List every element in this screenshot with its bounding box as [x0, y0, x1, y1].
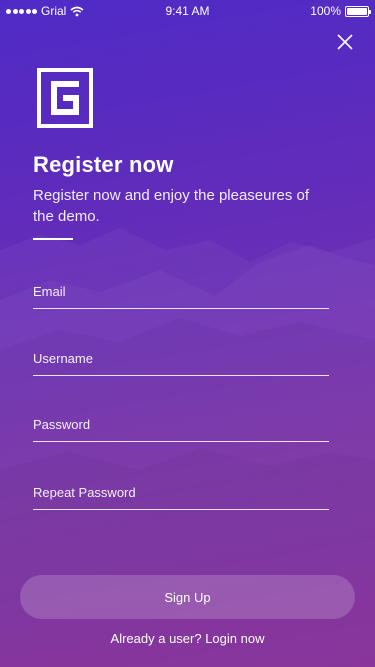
battery-fill: [347, 7, 367, 15]
username-input[interactable]: [33, 342, 329, 375]
battery-percent: 100%: [310, 4, 341, 18]
password-field: [33, 408, 329, 442]
close-icon[interactable]: [335, 32, 355, 52]
status-right: 100%: [310, 4, 371, 18]
repeat-password-input[interactable]: [33, 476, 329, 509]
page-title: Register now: [33, 152, 174, 177]
username-field: [33, 342, 329, 376]
grial-logo-icon: [37, 68, 93, 128]
sign-up-button[interactable]: Sign Up: [20, 575, 355, 619]
email-input[interactable]: [33, 275, 329, 308]
login-link[interactable]: Already a user? Login now: [0, 631, 375, 646]
status-bar: Grial 9:41 AM 100%: [0, 0, 375, 22]
battery-icon: [345, 5, 371, 17]
repeat-password-field: [33, 476, 329, 510]
title-divider: [33, 238, 73, 240]
password-input[interactable]: [33, 408, 329, 441]
page-subtitle: Register now and enjoy the pleaseures of…: [33, 187, 310, 225]
email-field: [33, 275, 329, 309]
